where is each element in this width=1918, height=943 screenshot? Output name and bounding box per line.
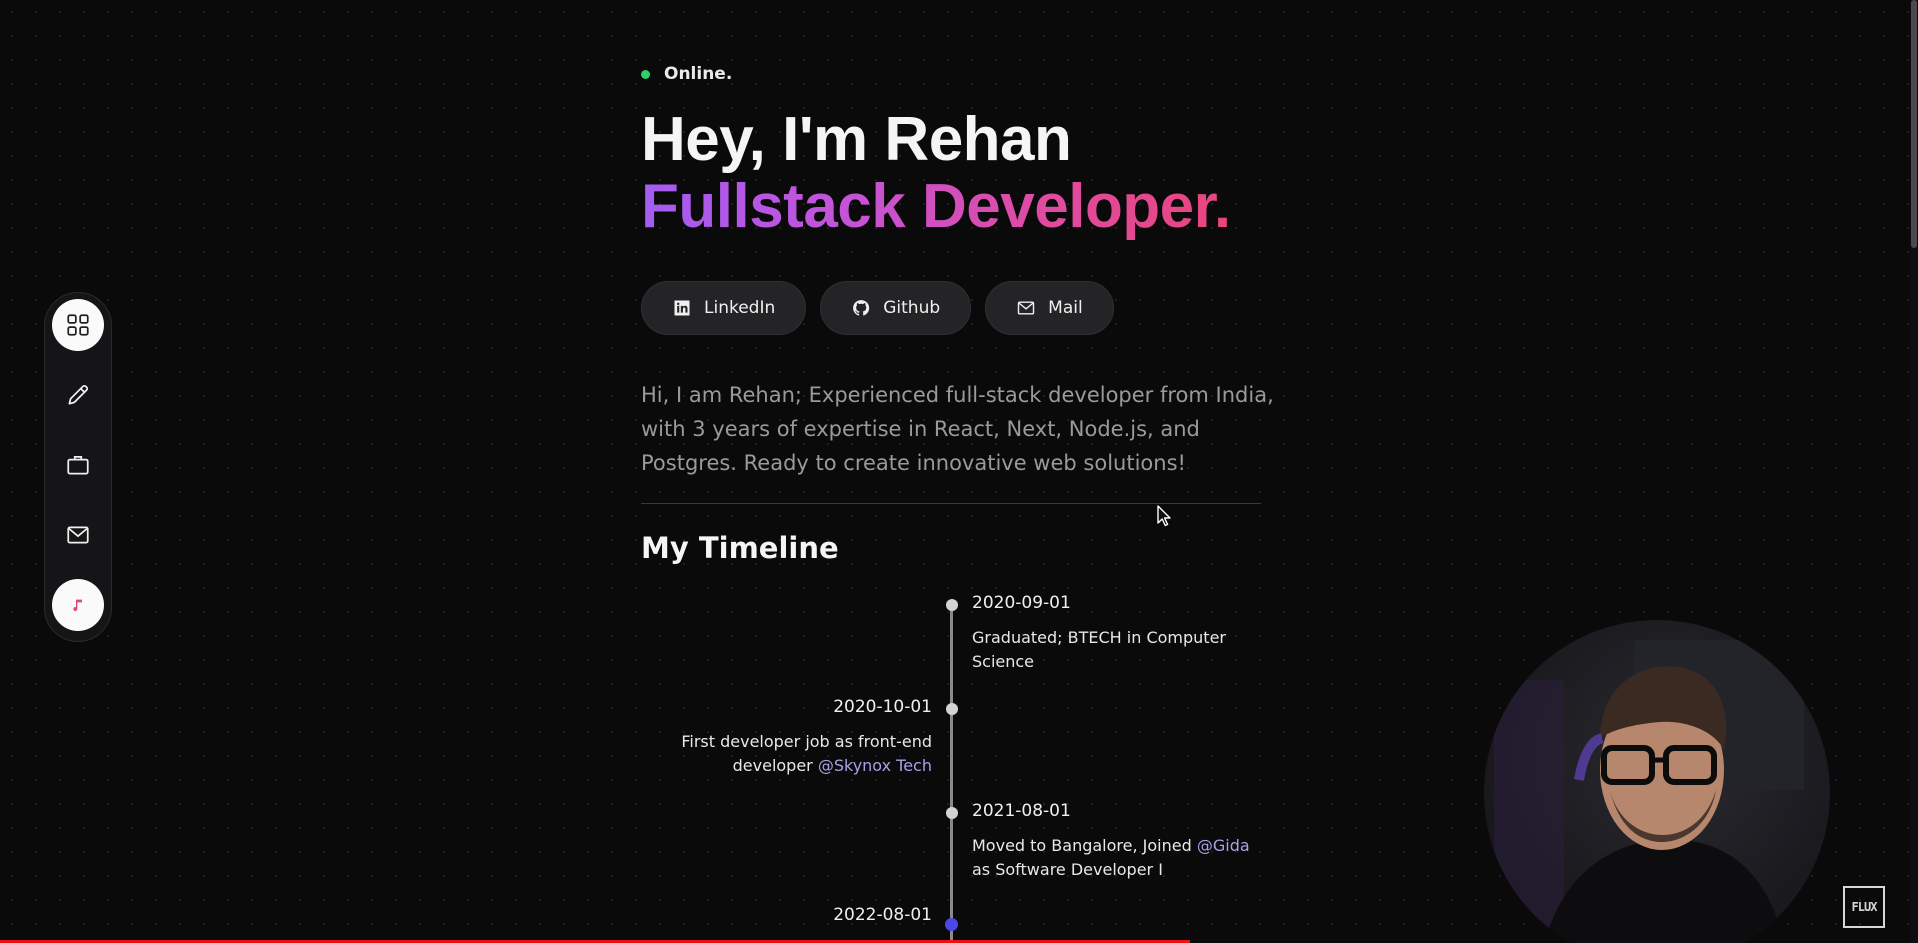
pencil-icon	[68, 384, 89, 405]
status-dot	[641, 69, 650, 79]
sidebar-item-music[interactable]	[52, 579, 104, 631]
timeline-event-suffix: as Software Developer I	[972, 860, 1163, 879]
music-note-icon	[73, 599, 82, 612]
timeline-date: 2020-10-01	[833, 697, 932, 717]
sidebar-item-blog[interactable]	[52, 369, 104, 421]
presenter-video	[1494, 640, 1804, 943]
mail-icon	[67, 526, 89, 544]
company-mention-link[interactable]: @Gida	[1197, 836, 1250, 855]
sidebar-item-home[interactable]	[52, 299, 104, 351]
sidebar-item-contact[interactable]	[52, 509, 104, 561]
briefcase-icon	[67, 456, 89, 475]
timeline-title: My Timeline	[641, 531, 839, 565]
timeline-dot	[946, 703, 958, 715]
timeline-event-text: First developer job as front-end develop…	[642, 730, 932, 778]
linkedin-button[interactable]: LinkedIn	[641, 281, 807, 335]
grid-icon	[67, 314, 89, 336]
timeline-date: 2022-08-01	[833, 905, 932, 925]
timeline-line	[950, 604, 953, 943]
webcam-overlay	[1484, 620, 1830, 943]
hero-name-text: Rehan	[884, 105, 1072, 174]
page: Online. Hey, I'm Rehan Fullstack Develop…	[0, 0, 1918, 943]
company-mention-link[interactable]: @Skynox Tech	[818, 756, 932, 775]
online-status: Online.	[641, 64, 732, 84]
github-button[interactable]: Github	[820, 281, 972, 335]
timeline-event-text: Graduated; BTECH in Computer Science	[972, 628, 1226, 671]
mouse-cursor-icon	[1157, 505, 1171, 527]
timeline-date: 2020-09-01	[972, 593, 1071, 613]
section-divider	[641, 503, 1261, 504]
github-icon	[853, 300, 870, 316]
hero-greeting: Hey, I'm Rehan	[641, 104, 1076, 175]
hero-name: Rehan	[884, 104, 1076, 175]
greeting-text: Hey, I'm	[641, 105, 885, 174]
timeline-event-body: Moved to Bangalore, Joined	[972, 836, 1197, 855]
timeline-dot	[946, 807, 958, 819]
timeline-date: 2021-08-01	[972, 801, 1071, 821]
status-label: Online.	[664, 64, 733, 84]
mail-label: Mail	[1048, 298, 1083, 318]
sidebar-nav	[44, 292, 112, 642]
mail-icon	[1017, 301, 1035, 315]
timeline-event-text: Moved to Bangalore, Joined @Gida as Soft…	[972, 834, 1257, 882]
scrollbar-track[interactable]	[1910, 0, 1918, 943]
scrollbar-thumb[interactable]	[1911, 0, 1917, 248]
social-links: LinkedIn Github Mail	[641, 281, 1114, 335]
linkedin-label: LinkedIn	[704, 298, 776, 318]
sidebar-item-projects[interactable]	[52, 439, 104, 491]
linkedin-icon	[674, 300, 690, 316]
github-label: Github	[883, 298, 941, 318]
hero-role: Fullstack Developer.	[641, 172, 1231, 241]
timeline-dot	[946, 599, 958, 611]
timeline-dot-current	[945, 918, 958, 931]
bio-text: Hi, I am Rehan; Experienced full-stack d…	[641, 383, 1274, 475]
mail-button[interactable]: Mail	[985, 281, 1114, 335]
channel-logo: FLUX	[1843, 886, 1885, 928]
